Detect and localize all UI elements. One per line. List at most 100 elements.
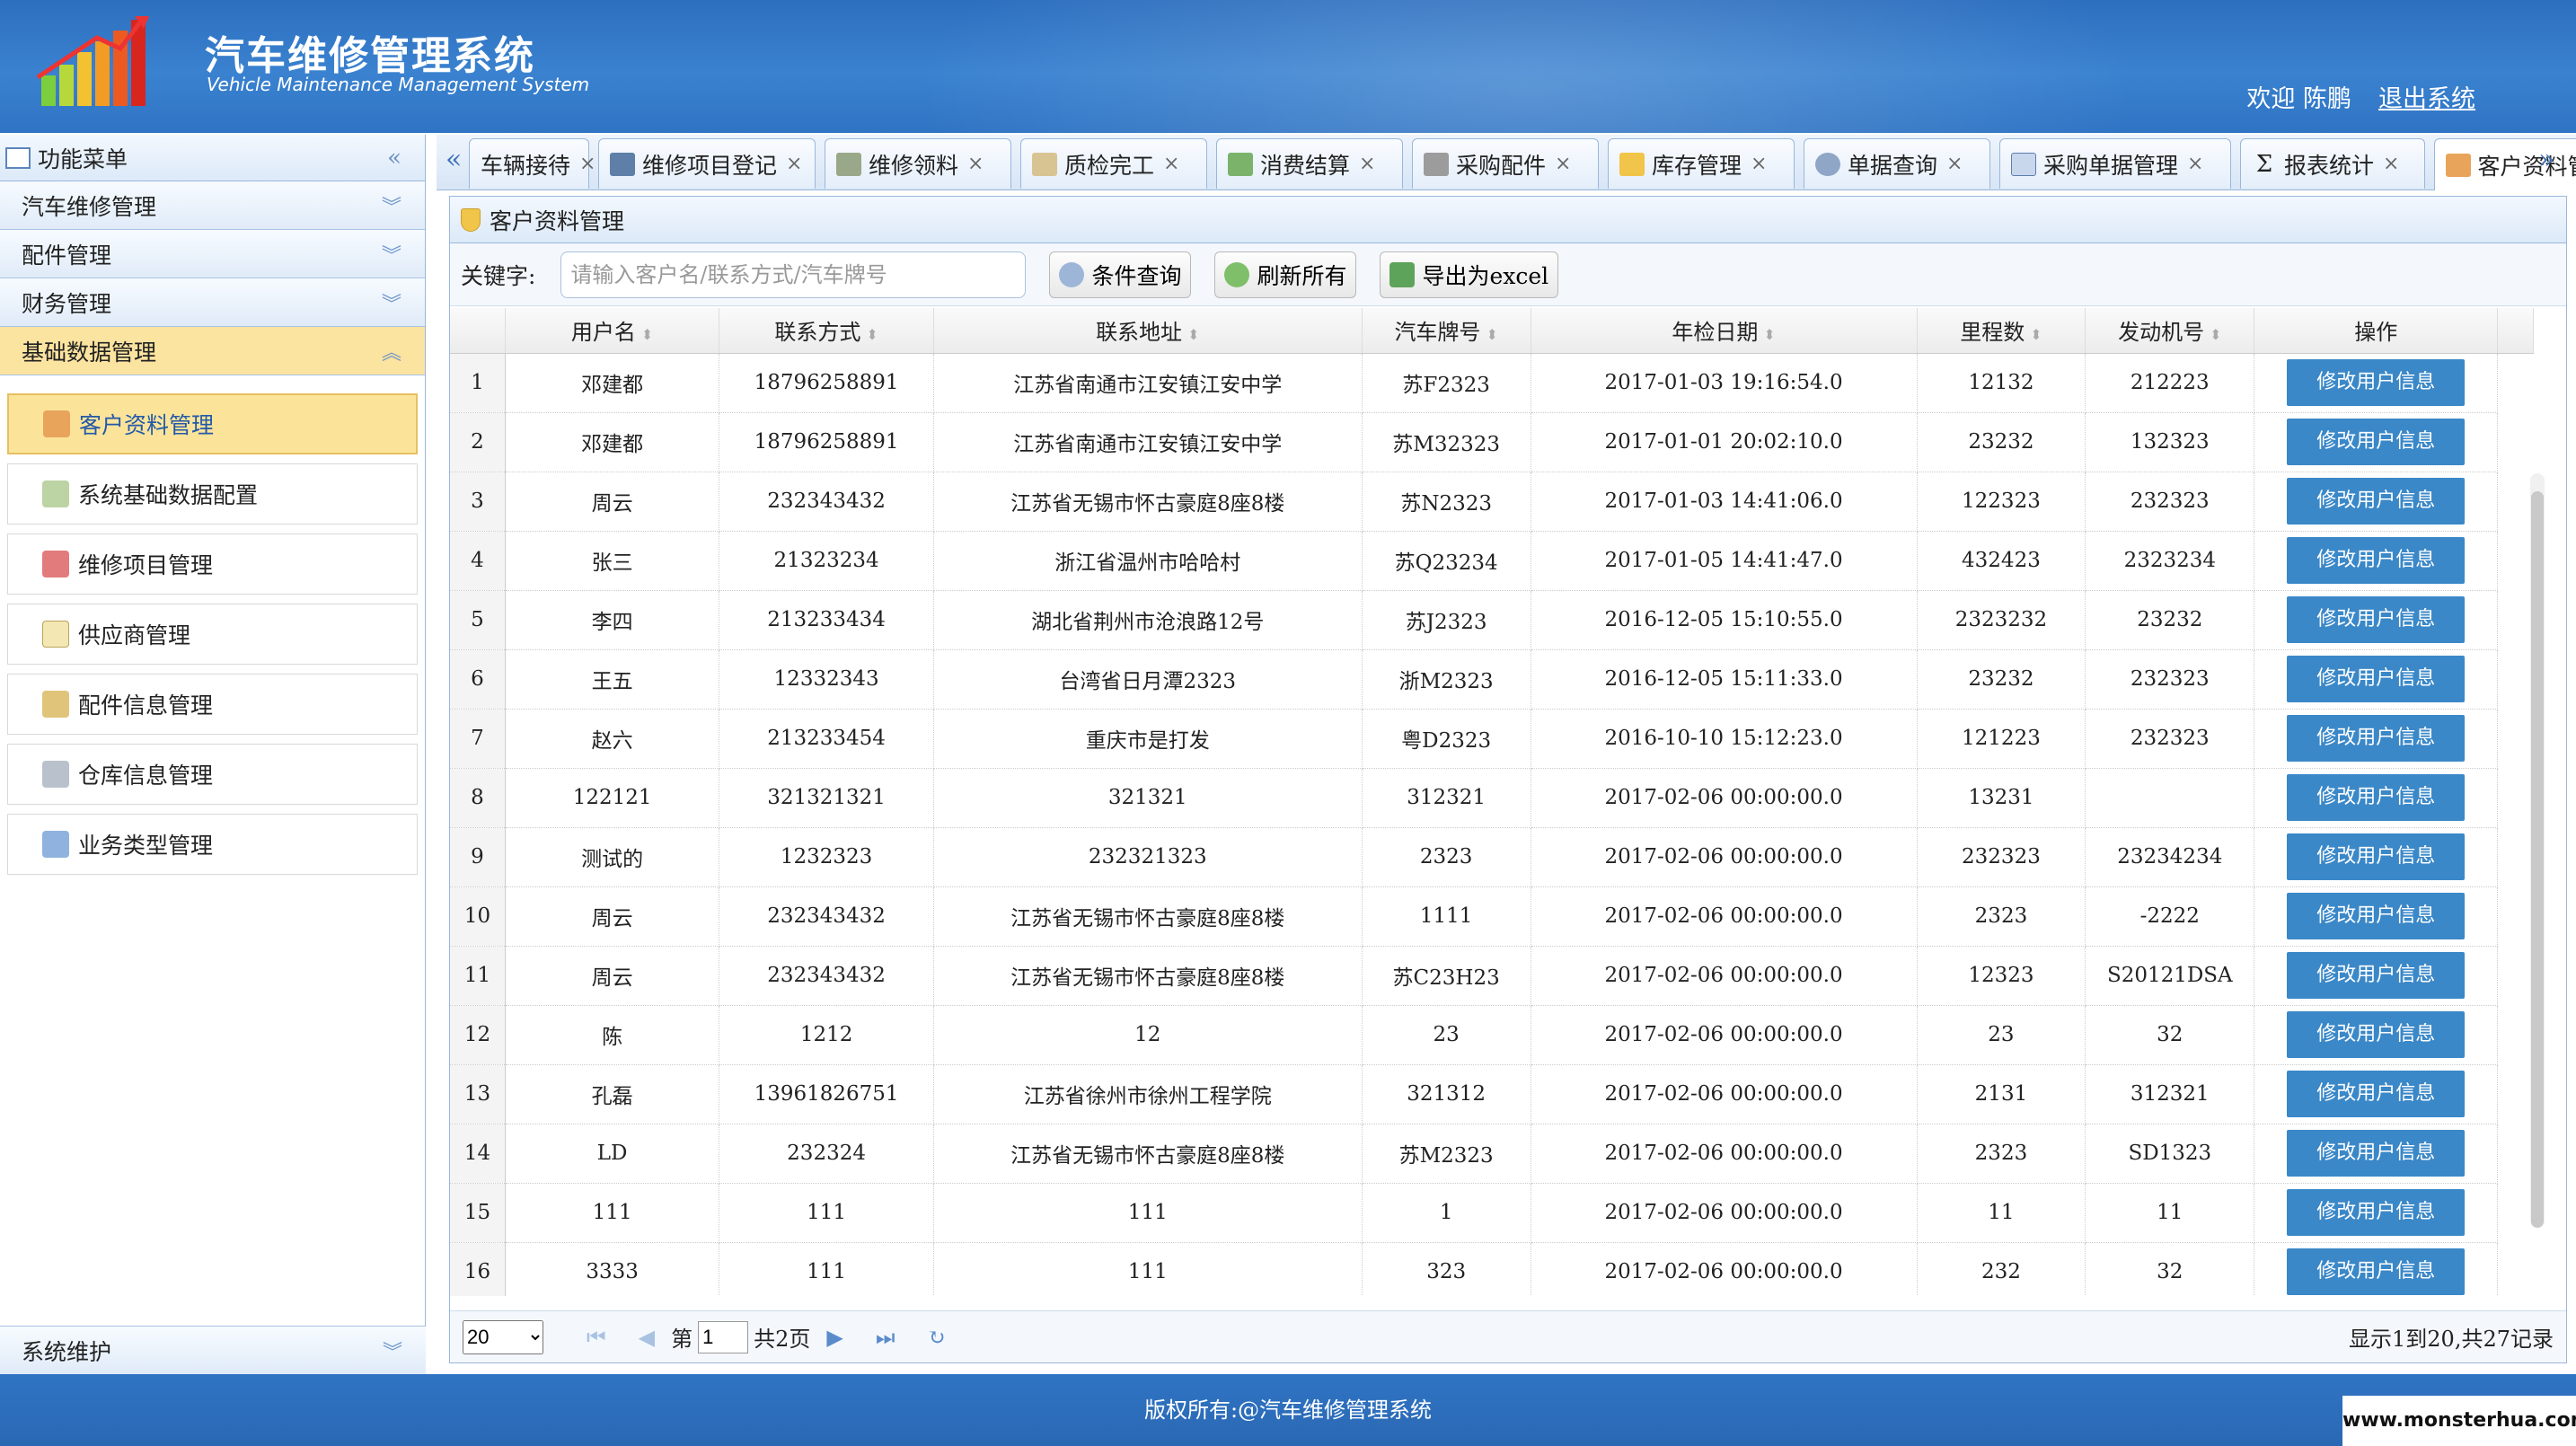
first-page-icon[interactable]: ⏮ [587,1325,606,1350]
edit-user-button[interactable]: 修改用户信息 [2287,1248,2466,1295]
column-header-contact[interactable]: 联系方式 ⬍ [719,308,934,354]
next-page-icon[interactable]: ▶ [826,1325,842,1350]
tab-vehicle-reception[interactable]: 车辆接待 × [469,138,595,189]
close-icon[interactable]: × [1946,153,1963,175]
reload-icon[interactable]: ↻ [927,1325,945,1350]
table-row[interactable]: 3 周云 232343432 江苏省无锡市怀古豪庭8座8楼 苏N2323 2017-01-… [450,472,2534,532]
cell-inspection-date: 2017-02-06 00:00:00.0 [1531,946,1918,1006]
prev-page-icon[interactable]: ◀ [639,1325,655,1350]
logout-link[interactable]: 退出系统 [2378,79,2475,114]
close-icon[interactable]: × [967,153,984,175]
table-row[interactable]: 15 111 111 111 1 2017-02-06 00:00:00.0 11 11 修改用… [450,1183,2534,1243]
sidebar-section-repair[interactable]: 汽车维修管理 ︾ [0,181,425,230]
edit-user-button[interactable]: 修改用户信息 [2287,419,2466,465]
edit-user-button[interactable]: 修改用户信息 [2287,478,2466,525]
edit-user-button[interactable]: 修改用户信息 [2287,1130,2466,1177]
edit-user-button[interactable]: 修改用户信息 [2287,1189,2466,1236]
last-page-icon[interactable]: ⏭ [876,1325,895,1350]
close-icon[interactable]: × [1751,153,1767,175]
close-icon[interactable]: × [1163,153,1179,175]
table-row[interactable]: 14 LD 232324 江苏省无锡市怀古豪庭8座8楼 苏M2323 2017-02-06… [450,1124,2534,1184]
tab-document-query[interactable]: 单据查询 × [1804,138,1990,189]
table-row[interactable]: 1 邓建都 18796258891 江苏省南通市江安镇江安中学 苏F2323 2017-0… [450,353,2534,413]
edit-user-button[interactable]: 修改用户信息 [2287,833,2466,880]
table-vertical-scrollbar[interactable] [2530,473,2545,1228]
close-icon[interactable]: × [1555,153,1571,175]
table-row[interactable]: 16 3333 111 111 323 2017-02-06 00:00:00.0 232 3… [450,1242,2534,1296]
table-row[interactable]: 7 赵六 213233454 重庆市是打发 粤D2323 2016-10-10 15:12… [450,709,2534,769]
tab-inventory[interactable]: 库存管理 × [1608,138,1795,189]
table-row[interactable]: 5 李四 213233434 湖北省荆州市沧浪路12号 苏J2323 2016-12-05… [450,590,2534,650]
edit-user-button[interactable]: 修改用户信息 [2287,893,2466,939]
sidebar-section-label: 系统维护 [22,1338,112,1365]
tab-quality-check[interactable]: 质检完工 × [1020,138,1207,189]
sidebar-section-finance[interactable]: 财务管理 ︾ [0,278,425,327]
close-icon[interactable]: × [1359,153,1375,175]
table-row[interactable]: 13 孔磊 13961826751 江苏省徐州市徐州工程学院 321312 2017-02… [450,1064,2534,1124]
sidebar-item-supplier[interactable]: 供应商管理 [7,604,418,665]
tab-purchase-documents[interactable]: 采购单据管理 × [1999,138,2231,189]
edit-user-button[interactable]: 修改用户信息 [2287,952,2466,999]
edit-user-button[interactable]: 修改用户信息 [2287,537,2466,584]
scroll-gutter-cell [2498,472,2534,531]
refresh-button[interactable]: 刷新所有 [1214,251,1357,298]
search-input[interactable] [560,251,1027,298]
tab-settlement[interactable]: 消费结算 × [1216,138,1403,189]
search-button[interactable]: 条件查询 [1049,251,1192,298]
watermark-text: www.monsterhua.com [2342,1396,2576,1446]
cell-engine-number: -2222 [2085,886,2255,947]
page-size-select[interactable]: 20 [463,1319,543,1354]
scrollbar-thumb[interactable] [2531,491,2544,1228]
column-header-username[interactable]: 用户名 ⬍ [505,308,720,354]
edit-user-button[interactable]: 修改用户信息 [2287,359,2466,406]
current-page-input[interactable] [698,1320,749,1353]
edit-user-button[interactable]: 修改用户信息 [2287,656,2466,702]
edit-user-button[interactable]: 修改用户信息 [2287,1071,2466,1117]
column-header-mileage[interactable]: 里程数 ⬍ [1917,308,2086,354]
tab-label: 客户资料管理 [2477,153,2576,180]
sidebar-item-system-config[interactable]: 系统基础数据配置 [7,463,418,525]
sidebar-item-warehouse[interactable]: 仓库信息管理 [7,744,418,805]
edit-user-button[interactable]: 修改用户信息 [2287,1011,2466,1058]
collapse-sidebar-icon[interactable]: « [387,145,401,172]
column-header-engine-number[interactable]: 发动机号 ⬍ [2085,308,2255,354]
column-header-inspection-date[interactable]: 年检日期 ⬍ [1531,308,1918,354]
sidebar-item-customer[interactable]: 客户资料管理 [7,393,418,454]
sidebar-section-basic-data[interactable]: 基础数据管理 ︽ [0,327,425,375]
edit-user-button[interactable]: 修改用户信息 [2287,715,2466,762]
sidebar-item-parts-info[interactable]: 配件信息管理 [7,674,418,735]
tab-purchase-parts[interactable]: 采购配件 × [1412,138,1599,189]
tab-report-statistics[interactable]: Σ 报表统计 × [2240,138,2425,189]
edit-user-button[interactable]: 修改用户信息 [2287,596,2466,643]
table-row[interactable]: 6 王五 12332343 台湾省日月潭2323 浙M2323 2016-12-05 15… [450,649,2534,710]
table-row[interactable]: 12 陈 1212 12 23 2017-02-06 00:00:00.0 23 32 修改用户… [450,1005,2534,1065]
table-row[interactable]: 10 周云 232343432 江苏省无锡市怀古豪庭8座8楼 1111 2017-02-0… [450,886,2534,947]
edit-user-button[interactable]: 修改用户信息 [2287,774,2466,821]
table-row[interactable]: 8 122121 321321321 321321 312321 2017-02-06 0… [450,768,2534,828]
table-row[interactable]: 2 邓建都 18796258891 江苏省南通市江安镇江安中学 苏M32323 2017-… [450,412,2534,472]
close-icon[interactable]: × [579,153,595,175]
export-excel-button[interactable]: 导出为excel [1380,251,1559,298]
cell-actions: 修改用户信息 [2254,1124,2499,1184]
column-header-address[interactable]: 联系地址 ⬍ [933,308,1363,354]
table-row[interactable]: 9 测试的 1232323 232321323 2323 2017-02-06 00:00… [450,827,2534,887]
sidebar-section-parts[interactable]: 配件管理 ︾ [0,230,425,278]
close-icon[interactable]: × [786,153,802,175]
table-row[interactable]: 11 周云 232343432 江苏省无锡市怀古豪庭8座8楼 苏C23H23 2017-0… [450,946,2534,1006]
tabs-scroll-right-icon[interactable]: » [2538,144,2554,175]
sidebar-section-system-maintenance[interactable]: 系统维护 ︾ [0,1326,426,1374]
close-icon[interactable]: × [2383,153,2399,175]
tabs-scroll-left-icon[interactable]: « [446,144,462,175]
tab-repair-material[interactable]: 维修领料 × [825,138,1011,189]
close-icon[interactable]: × [2187,153,2203,175]
cell-username: 测试的 [505,827,720,887]
tab-repair-register[interactable]: 维修项目登记 × [598,138,816,189]
search-icon [1815,152,1840,176]
tabs-bar: « 车辆接待 × 维修项目登记 × 维修领料 × 质检完工 × 消费结算 × 采… [437,135,2576,190]
customer-icon [2446,153,2471,177]
table-row[interactable]: 4 张三 21323234 浙江省温州市哈哈村 苏Q23234 2017-01-05 14… [450,531,2534,591]
sidebar-item-business-type[interactable]: 业务类型管理 [7,814,418,875]
sidebar-item-repair-items[interactable]: 维修项目管理 [7,533,418,595]
column-header-plate[interactable]: 汽车牌号 ⬍ [1362,308,1531,354]
cell-contact: 213233454 [719,709,934,769]
